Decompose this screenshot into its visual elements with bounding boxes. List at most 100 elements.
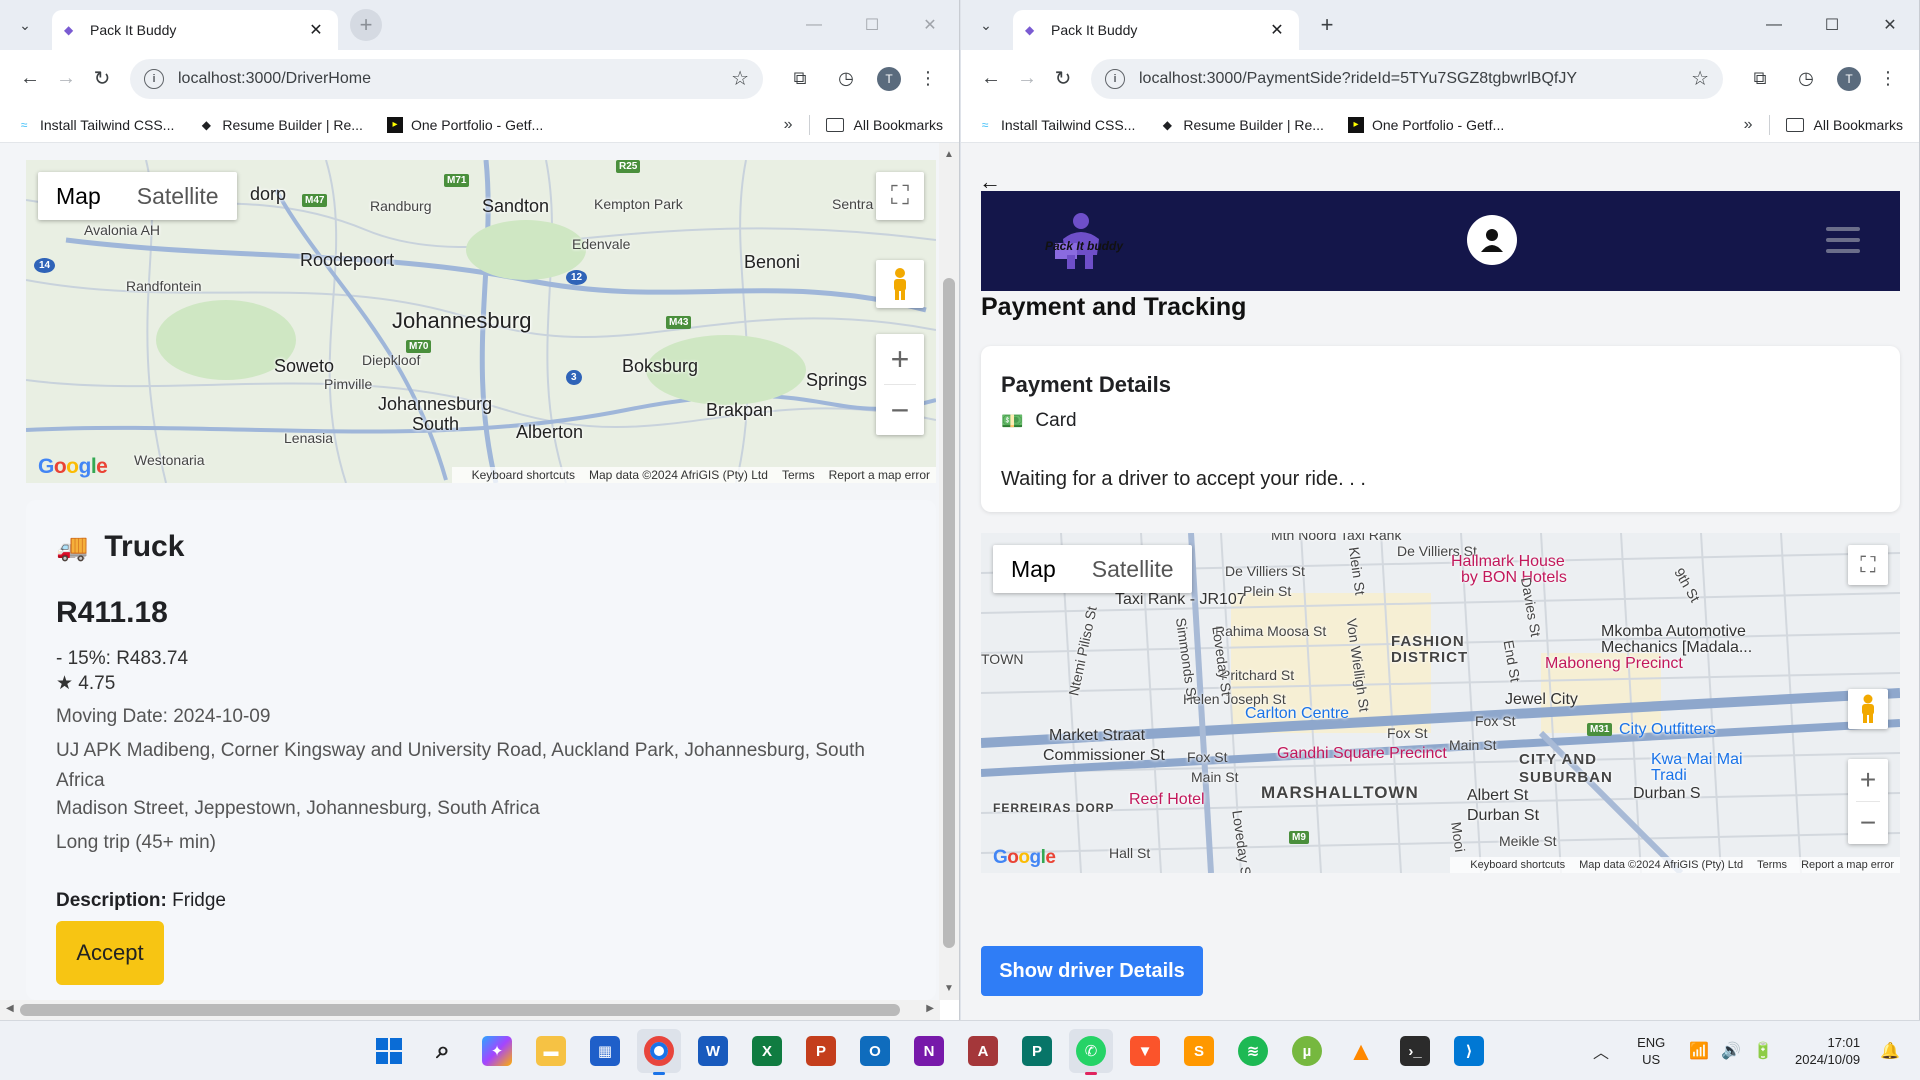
outlook-icon[interactable]: O xyxy=(853,1029,897,1073)
extensions-icon[interactable]: ⧉ xyxy=(781,60,819,98)
store-icon[interactable]: ▦ xyxy=(583,1029,627,1073)
history-icon[interactable]: ◷ xyxy=(827,60,865,98)
vlc-icon[interactable]: ▲ xyxy=(1339,1029,1383,1073)
zoom-in-button[interactable]: + xyxy=(1848,759,1888,801)
new-tab-button[interactable]: + xyxy=(1311,9,1343,41)
fullscreen-icon[interactable]: ⛶ xyxy=(876,172,924,220)
show-driver-details-button[interactable]: Show driver Details xyxy=(981,946,1203,996)
report-error-link[interactable]: Report a map error xyxy=(829,468,930,482)
word-icon[interactable]: W xyxy=(691,1029,735,1073)
more-bookmarks-icon[interactable]: » xyxy=(1744,116,1753,134)
close-window-button[interactable]: ✕ xyxy=(901,0,959,50)
more-bookmarks-icon[interactable]: » xyxy=(784,116,793,134)
spotify-icon[interactable]: ≋ xyxy=(1231,1029,1275,1073)
map-view-button[interactable]: Map xyxy=(38,172,119,220)
menu-dots-icon[interactable]: ⋮ xyxy=(909,60,947,98)
tab-search-button[interactable]: ⌄ xyxy=(10,10,40,40)
forward-button[interactable]: → xyxy=(1009,61,1045,97)
clock[interactable]: 17:01 2024/10/09 xyxy=(1795,1034,1860,1068)
keyboard-shortcuts-link[interactable]: Keyboard shortcuts xyxy=(472,468,575,482)
scroll-left-icon[interactable]: ◀ xyxy=(6,1003,14,1014)
brave-icon[interactable]: ▼ xyxy=(1123,1029,1167,1073)
menu-dots-icon[interactable]: ⋮ xyxy=(1869,60,1907,98)
reload-button[interactable]: ↻ xyxy=(1045,61,1081,97)
powerpoint-icon[interactable]: P xyxy=(799,1029,843,1073)
close-tab-icon[interactable]: ✕ xyxy=(306,20,326,40)
publisher-icon[interactable]: P xyxy=(1015,1029,1059,1073)
language-indicator[interactable]: ENG US xyxy=(1637,1034,1665,1068)
bookmark-item[interactable]: ▸ One Portfolio - Getf... xyxy=(1347,116,1504,133)
close-tab-icon[interactable]: ✕ xyxy=(1267,20,1287,40)
minimize-button[interactable]: — xyxy=(785,0,843,50)
scroll-thumb[interactable] xyxy=(20,1004,900,1016)
minimize-button[interactable]: — xyxy=(1745,0,1803,50)
bookmark-item[interactable]: ◆ Resume Builder | Re... xyxy=(198,117,363,133)
sublime-icon[interactable]: S xyxy=(1177,1029,1221,1073)
accept-button[interactable]: Accept xyxy=(56,921,164,985)
pegman-icon[interactable] xyxy=(1848,689,1888,729)
zoom-in-button[interactable]: + xyxy=(876,334,924,384)
back-button[interactable]: ← xyxy=(12,61,48,97)
report-error-link[interactable]: Report a map error xyxy=(1801,859,1894,871)
wifi-icon[interactable]: 📶 xyxy=(1689,1041,1709,1061)
notification-bell-icon[interactable]: 🔔 xyxy=(1880,1041,1900,1061)
file-explorer-icon[interactable]: ▬ xyxy=(529,1029,573,1073)
keyboard-shortcuts-link[interactable]: Keyboard shortcuts xyxy=(1470,859,1565,871)
profile-avatar[interactable]: T xyxy=(877,66,901,91)
close-window-button[interactable]: ✕ xyxy=(1861,0,1919,50)
pegman-icon[interactable] xyxy=(876,260,924,308)
zoom-out-button[interactable]: − xyxy=(1848,802,1888,844)
scroll-down-icon[interactable]: ▼ xyxy=(939,983,959,994)
search-icon[interactable]: ⌕ xyxy=(421,1029,465,1073)
reload-button[interactable]: ↻ xyxy=(84,61,120,97)
profile-button[interactable] xyxy=(1467,215,1517,265)
excel-icon[interactable]: X xyxy=(745,1029,789,1073)
tracking-map[interactable]: Taxi Rank - JR107 De Villiers St De Vill… xyxy=(981,533,1900,873)
scroll-up-icon[interactable]: ▲ xyxy=(939,149,959,160)
route-map[interactable]: Johannesburg Sandton Roodepoort Randburg… xyxy=(26,160,936,483)
copilot-icon[interactable]: ✦ xyxy=(475,1029,519,1073)
vertical-scrollbar[interactable]: ▲ ▼ xyxy=(939,143,959,1000)
terms-link[interactable]: Terms xyxy=(782,468,815,482)
bookmark-star-icon[interactable]: ☆ xyxy=(1691,66,1709,91)
battery-icon[interactable]: 🔋 xyxy=(1753,1041,1773,1061)
show-hidden-icons-icon[interactable]: ︿ xyxy=(1593,1039,1609,1063)
all-bookmarks-button[interactable]: All Bookmarks xyxy=(825,117,943,133)
hamburger-menu-icon[interactable] xyxy=(1826,227,1860,260)
access-icon[interactable]: A xyxy=(961,1029,1005,1073)
volume-icon[interactable]: 🔊 xyxy=(1721,1041,1741,1061)
chrome-icon[interactable] xyxy=(637,1029,681,1075)
terms-link[interactable]: Terms xyxy=(1757,859,1787,871)
horizontal-scrollbar[interactable]: ◀ ▶ xyxy=(0,1000,940,1020)
history-icon[interactable]: ◷ xyxy=(1787,60,1825,98)
bookmark-item[interactable]: ◆ Resume Builder | Re... xyxy=(1159,117,1324,133)
scroll-right-icon[interactable]: ▶ xyxy=(926,1003,934,1014)
onenote-icon[interactable]: N xyxy=(907,1029,951,1073)
site-info-icon[interactable]: i xyxy=(144,68,164,89)
forward-button[interactable]: → xyxy=(48,61,84,97)
extensions-icon[interactable]: ⧉ xyxy=(1741,60,1779,98)
zoom-out-button[interactable]: − xyxy=(876,385,924,435)
bookmark-item[interactable]: ≈ Install Tailwind CSS... xyxy=(977,117,1136,133)
bookmark-item[interactable]: ≈ Install Tailwind CSS... xyxy=(16,117,175,133)
bookmark-star-icon[interactable]: ☆ xyxy=(731,66,749,91)
maximize-button[interactable]: ☐ xyxy=(843,0,901,50)
new-tab-button[interactable]: + xyxy=(350,9,382,41)
map-view-button[interactable]: Map xyxy=(993,545,1074,593)
tab-pack-it-buddy[interactable]: ◆ Pack It Buddy ✕ xyxy=(52,10,338,50)
url-text[interactable]: localhost:3000/DriverHome xyxy=(178,70,723,88)
tab-search-button[interactable]: ⌄ xyxy=(971,10,1001,40)
address-bar[interactable]: i localhost:3000/PaymentSide?rideId=5TYu… xyxy=(1091,58,1723,99)
whatsapp-icon[interactable]: ✆ xyxy=(1069,1029,1113,1075)
url-text[interactable]: localhost:3000/PaymentSide?rideId=5TYu7S… xyxy=(1139,70,1683,88)
site-info-icon[interactable]: i xyxy=(1105,68,1125,89)
profile-avatar[interactable]: T xyxy=(1837,66,1861,91)
tab-pack-it-buddy[interactable]: ◆ Pack It Buddy ✕ xyxy=(1013,10,1299,50)
start-button[interactable] xyxy=(367,1029,411,1073)
back-button[interactable]: ← xyxy=(973,61,1009,97)
vscode-icon[interactable]: ⟩ xyxy=(1447,1029,1491,1073)
satellite-view-button[interactable]: Satellite xyxy=(1074,545,1192,593)
terminal-icon[interactable]: ›_ xyxy=(1393,1029,1437,1073)
bookmark-item[interactable]: ▸ One Portfolio - Getf... xyxy=(386,116,543,133)
maximize-button[interactable]: ☐ xyxy=(1803,0,1861,50)
